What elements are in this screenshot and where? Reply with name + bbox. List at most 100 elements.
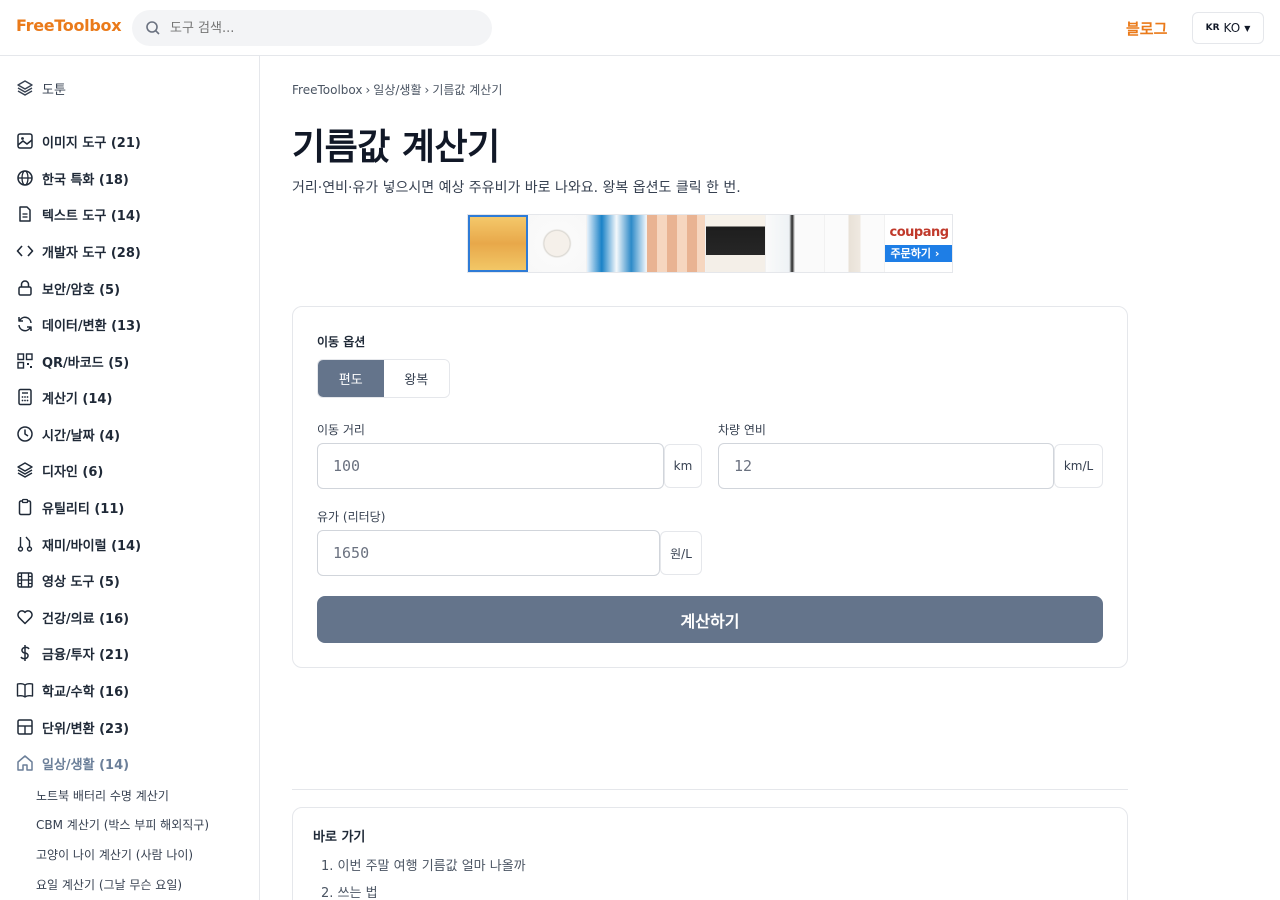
flag-icon: KR — [1205, 23, 1220, 33]
ad-brand-logo: coupang — [889, 225, 950, 240]
sidebar-item-fun[interactable]: 재미/바이럴 (14) — [16, 532, 141, 556]
efficiency-unit: km/L — [1054, 444, 1103, 488]
sidebar-item-label: 텍스트 도구 (14) — [42, 208, 141, 224]
fuel-price-unit: 원/L — [660, 531, 702, 575]
branch-icon — [17, 536, 33, 552]
top-bar: FreeToolbox 블로그 KR KO ▼ — [0, 0, 1280, 56]
sidebar-item-label: QR/바코드 (5) — [42, 355, 130, 371]
breadcrumb: FreeToolbox › 일상/생활 › 기름값 계산기 — [292, 81, 502, 98]
sidebar-top-item[interactable]: 도툰 — [16, 76, 66, 100]
blog-link[interactable]: 블로그 — [1126, 18, 1167, 39]
sidebar-item-label: 단위/변환 (23) — [42, 721, 130, 737]
lock-icon — [18, 280, 32, 296]
layers-icon — [17, 462, 33, 478]
sidebar-subitem[interactable]: 요일 계산기 (그날 무슨 요일) — [36, 876, 182, 893]
sidebar-item-finance[interactable]: 금융/투자 (21) — [16, 641, 129, 665]
code-icon — [16, 245, 34, 257]
calculator-icon — [18, 388, 32, 406]
sidebar-item-label: 학교/수학 (16) — [42, 684, 130, 700]
distance-label: 이동 거리 — [317, 423, 365, 437]
one-way-button[interactable]: 편도 — [318, 360, 384, 397]
sidebar-item-utility[interactable]: 유틸리티 (11) — [16, 495, 124, 519]
sidebar-item-video[interactable]: 영상 도구 (5) — [16, 568, 120, 592]
sidebar-item-calculator[interactable]: 계산기 (14) — [16, 385, 112, 409]
page-subtitle: 거리·연비·유가 넣으시면 예상 주유비가 바로 나와요. 왕복 옵션도 클릭 … — [292, 180, 741, 196]
sidebar-item-label: 영상 도구 (5) — [42, 574, 120, 590]
search-icon — [146, 21, 160, 35]
sidebar-item-design[interactable]: 디자인 (6) — [16, 458, 103, 482]
site-logo[interactable]: FreeToolbox — [16, 16, 122, 35]
breadcrumb-separator: › — [365, 83, 371, 97]
main-content: FreeToolbox › 일상/생활 › 기름값 계산기 기름값 계산기 거리·연비·… — [260, 56, 1280, 900]
efficiency-label: 차량 연비 — [718, 423, 766, 437]
sidebar-item-label: 디자인 (6) — [42, 464, 104, 480]
sidebar-item-label: 금융/투자 (21) — [42, 647, 130, 663]
ad-banner[interactable]: coupang 주문하기 › — [467, 214, 953, 273]
image-icon — [17, 133, 33, 149]
breadcrumb-separator: › — [424, 83, 430, 97]
breadcrumb-current: 기름값 계산기 — [432, 83, 503, 97]
ad-product-image[interactable] — [706, 215, 766, 272]
distance-unit: km — [664, 444, 702, 488]
ad-product-image[interactable] — [527, 215, 588, 272]
document-icon — [19, 206, 31, 222]
heart-icon — [17, 610, 33, 625]
sidebar-item-qr[interactable]: QR/바코드 (5) — [16, 349, 129, 373]
ad-product-image[interactable] — [587, 215, 647, 272]
trip-option-label: 이동 옵션 — [317, 335, 366, 349]
sidebar-item-korea[interactable]: 한국 특화 (18) — [16, 166, 129, 190]
sidebar-item-data[interactable]: 데이터/변환 (13) — [16, 312, 141, 336]
toc-heading: 바로 가기 — [313, 830, 366, 845]
toc-item[interactable]: 1. 이번 주말 여행 기름값 얼마 나올까 — [321, 855, 526, 874]
sidebar-top-label: 도툰 — [42, 82, 66, 98]
sidebar-subitem[interactable]: CBM 계산기 (박스 부피 해외직구) — [36, 816, 209, 833]
clock-icon — [17, 426, 33, 442]
sidebar-subitem[interactable]: 노트북 배터리 수명 계산기 — [36, 787, 169, 804]
ad-product-image[interactable] — [468, 215, 528, 272]
sidebar-item-label: 계산기 (14) — [42, 391, 113, 407]
sidebar-item-time[interactable]: 시간/날짜 (4) — [16, 422, 120, 446]
ad-product-image[interactable] — [646, 215, 707, 272]
round-trip-button[interactable]: 왕복 — [383, 360, 449, 397]
sidebar-item-label: 데이터/변환 (13) — [42, 318, 142, 334]
ad-order-button[interactable]: 주문하기 › — [884, 245, 952, 262]
search-input[interactable] — [170, 10, 470, 46]
sidebar-item-label: 건강/의료 (16) — [42, 611, 130, 627]
search-box[interactable] — [132, 10, 492, 46]
ad-brand-block[interactable]: coupang 주문하기 › — [884, 215, 952, 272]
globe-icon — [17, 170, 33, 186]
fuel-price-input[interactable]: 1650 — [317, 530, 660, 576]
calculator-card: 이동 옵션 편도 왕복 이동 거리 100 km 차량 연비 12 km/L 유… — [292, 306, 1128, 668]
toc-item[interactable]: 2. 쓰는 법 — [321, 882, 378, 900]
sidebar-item-security[interactable]: 보안/암호 (5) — [16, 276, 120, 300]
ad-product-image[interactable] — [765, 215, 826, 272]
table-of-contents: 바로 가기 1. 이번 주말 여행 기름값 얼마 나올까 2. 쓰는 법 — [292, 807, 1128, 900]
fuel-price-label: 유가 (리터당) — [317, 510, 386, 524]
trip-toggle[interactable]: 편도 왕복 — [317, 359, 450, 398]
qr-icon — [17, 353, 33, 369]
section-divider — [292, 789, 1128, 790]
dollar-icon — [20, 645, 30, 661]
sidebar-item-daily[interactable]: 일상/생활 (14) — [16, 751, 129, 775]
sidebar-item-label: 한국 특화 (18) — [42, 172, 129, 188]
sidebar-item-text[interactable]: 텍스트 도구 (14) — [16, 202, 141, 226]
breadcrumb-category[interactable]: 일상/생활 — [373, 83, 421, 97]
sidebar-subitem[interactable]: 고양이 나이 계산기 (사람 나이) — [36, 846, 193, 863]
sidebar-item-dev[interactable]: 개발자 도구 (28) — [16, 239, 141, 263]
layers-icon — [17, 80, 33, 96]
language-selector[interactable]: KR KO ▼ — [1192, 12, 1264, 44]
grid-icon — [17, 719, 33, 735]
sidebar-item-health[interactable]: 건강/의료 (16) — [16, 605, 129, 629]
ad-product-image[interactable] — [825, 215, 885, 272]
sidebar: 도툰 이미지 도구 (21) 한국 특화 (18) 텍스트 도구 (14) 개발… — [0, 56, 260, 900]
sidebar-item-school[interactable]: 학교/수학 (16) — [16, 678, 129, 702]
calculate-button[interactable]: 계산하기 — [317, 596, 1103, 643]
sidebar-item-image[interactable]: 이미지 도구 (21) — [16, 129, 141, 153]
sidebar-item-units[interactable]: 단위/변환 (23) — [16, 715, 129, 739]
breadcrumb-home[interactable]: FreeToolbox — [292, 83, 362, 97]
efficiency-input[interactable]: 12 — [718, 443, 1054, 489]
refresh-icon — [18, 316, 32, 332]
clipboard-icon — [18, 498, 32, 516]
book-icon — [16, 683, 34, 698]
distance-input[interactable]: 100 — [317, 443, 664, 489]
